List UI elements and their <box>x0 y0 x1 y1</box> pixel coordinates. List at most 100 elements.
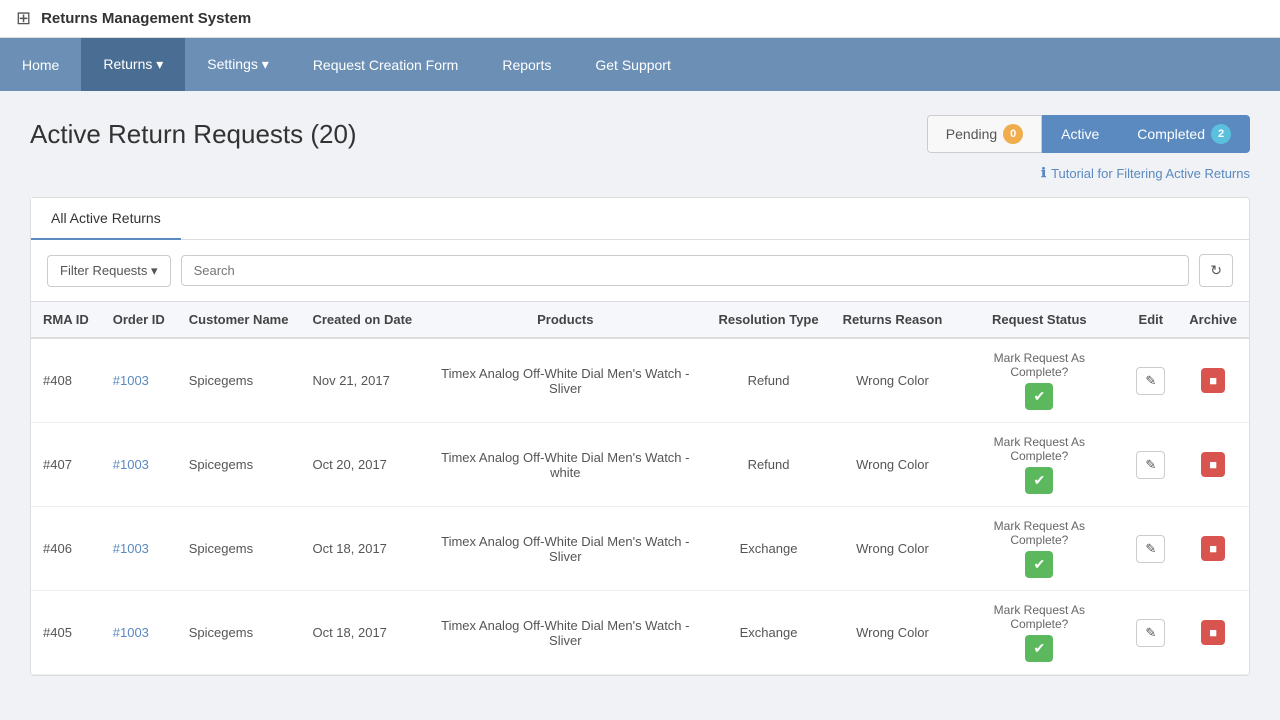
nav-settings[interactable]: Settings ▾ <box>185 38 291 91</box>
cell-rma-id: #408 <box>31 338 101 423</box>
completed-label: Completed <box>1137 126 1205 142</box>
pending-badge: 0 <box>1003 124 1023 144</box>
pending-button[interactable]: Pending 0 <box>927 115 1042 153</box>
cell-created-date: Oct 18, 2017 <box>300 591 424 675</box>
cell-products: Timex Analog Off-White Dial Men's Watch … <box>424 423 706 507</box>
tab-all-active-returns[interactable]: All Active Returns <box>31 198 181 240</box>
cell-resolution-type: Exchange <box>706 591 830 675</box>
mark-complete-text: Mark Request As Complete? <box>966 603 1112 631</box>
col-rma-id: RMA ID <box>31 302 101 339</box>
status-buttons: Pending 0 Active Completed 2 <box>927 115 1250 153</box>
cell-order-id: #1003 <box>101 507 177 591</box>
cell-archive: ■ <box>1177 507 1249 591</box>
cell-order-id: #1003 <box>101 591 177 675</box>
table-row: #405 #1003 Spicegems Oct 18, 2017 Timex … <box>31 591 1249 675</box>
cell-created-date: Oct 18, 2017 <box>300 507 424 591</box>
col-customer-name: Customer Name <box>177 302 301 339</box>
archive-button[interactable]: ■ <box>1201 536 1225 561</box>
completed-button[interactable]: Completed 2 <box>1118 115 1250 153</box>
order-link[interactable]: #1003 <box>113 625 149 640</box>
pending-label: Pending <box>946 126 997 142</box>
brand-title: Returns Management System <box>41 10 251 27</box>
tutorial-link-text[interactable]: Tutorial for Filtering Active Returns <box>1051 166 1250 181</box>
nav-reports[interactable]: Reports <box>480 38 573 91</box>
col-resolution-type: Resolution Type <box>706 302 830 339</box>
tutorial-link-container: ℹ Tutorial for Filtering Active Returns <box>30 165 1250 181</box>
cell-request-status: Mark Request As Complete? ✔ <box>954 507 1124 591</box>
cell-created-date: Nov 21, 2017 <box>300 338 424 423</box>
nav-bar: Home Returns ▾ Settings ▾ Request Creati… <box>0 38 1280 91</box>
mark-complete-button[interactable]: ✔ <box>1025 467 1053 494</box>
table-row: #408 #1003 Spicegems Nov 21, 2017 Timex … <box>31 338 1249 423</box>
mark-complete-text: Mark Request As Complete? <box>966 351 1112 379</box>
cell-archive: ■ <box>1177 423 1249 507</box>
archive-button[interactable]: ■ <box>1201 368 1225 393</box>
cell-returns-reason: Wrong Color <box>831 591 955 675</box>
col-edit: Edit <box>1124 302 1177 339</box>
filter-button[interactable]: Filter Requests ▾ <box>47 255 171 287</box>
returns-table: RMA ID Order ID Customer Name Created on… <box>31 301 1249 675</box>
cell-products: Timex Analog Off-White Dial Men's Watch … <box>424 507 706 591</box>
active-button[interactable]: Active <box>1042 115 1118 153</box>
page-header: Active Return Requests (20) Pending 0 Ac… <box>30 115 1250 153</box>
cell-products: Timex Analog Off-White Dial Men's Watch … <box>424 338 706 423</box>
col-products: Products <box>424 302 706 339</box>
edit-button[interactable]: ✎ <box>1136 367 1165 395</box>
cell-customer-name: Spicegems <box>177 591 301 675</box>
cell-customer-name: Spicegems <box>177 423 301 507</box>
completed-badge: 2 <box>1211 124 1231 144</box>
nav-request-creation-form[interactable]: Request Creation Form <box>291 38 481 91</box>
edit-button[interactable]: ✎ <box>1136 619 1165 647</box>
refresh-button[interactable]: ↻ <box>1199 254 1233 287</box>
order-link[interactable]: #1003 <box>113 541 149 556</box>
cell-edit: ✎ <box>1124 423 1177 507</box>
cell-returns-reason: Wrong Color <box>831 423 955 507</box>
nav-get-support[interactable]: Get Support <box>573 38 693 91</box>
table-row: #407 #1003 Spicegems Oct 20, 2017 Timex … <box>31 423 1249 507</box>
edit-button[interactable]: ✎ <box>1136 535 1165 563</box>
cell-created-date: Oct 20, 2017 <box>300 423 424 507</box>
cell-rma-id: #407 <box>31 423 101 507</box>
cell-edit: ✎ <box>1124 338 1177 423</box>
brand-bar: ⊞ Returns Management System <box>0 0 1280 38</box>
order-link[interactable]: #1003 <box>113 457 149 472</box>
cell-rma-id: #406 <box>31 507 101 591</box>
mark-complete-button[interactable]: ✔ <box>1025 635 1053 662</box>
active-label: Active <box>1061 126 1099 142</box>
cell-returns-reason: Wrong Color <box>831 507 955 591</box>
nav-returns[interactable]: Returns ▾ <box>81 38 185 91</box>
mark-complete-button[interactable]: ✔ <box>1025 383 1053 410</box>
cell-products: Timex Analog Off-White Dial Men's Watch … <box>424 591 706 675</box>
cell-request-status: Mark Request As Complete? ✔ <box>954 591 1124 675</box>
order-link[interactable]: #1003 <box>113 373 149 388</box>
cell-customer-name: Spicegems <box>177 338 301 423</box>
info-icon: ℹ <box>1041 165 1046 181</box>
cell-resolution-type: Refund <box>706 423 830 507</box>
col-created-date: Created on Date <box>300 302 424 339</box>
page-title: Active Return Requests (20) <box>30 119 357 150</box>
table-header-row: RMA ID Order ID Customer Name Created on… <box>31 302 1249 339</box>
table-row: #406 #1003 Spicegems Oct 18, 2017 Timex … <box>31 507 1249 591</box>
cell-resolution-type: Refund <box>706 338 830 423</box>
mark-complete-text: Mark Request As Complete? <box>966 435 1112 463</box>
toolbar: Filter Requests ▾ ↻ <box>31 240 1249 301</box>
nav-home[interactable]: Home <box>0 38 81 91</box>
cell-returns-reason: Wrong Color <box>831 338 955 423</box>
cell-order-id: #1003 <box>101 423 177 507</box>
edit-button[interactable]: ✎ <box>1136 451 1165 479</box>
cell-edit: ✎ <box>1124 507 1177 591</box>
brand-icon: ⊞ <box>16 8 31 29</box>
col-order-id: Order ID <box>101 302 177 339</box>
col-returns-reason: Returns Reason <box>831 302 955 339</box>
archive-button[interactable]: ■ <box>1201 620 1225 645</box>
card-tabs: All Active Returns <box>31 198 1249 240</box>
cell-customer-name: Spicegems <box>177 507 301 591</box>
archive-button[interactable]: ■ <box>1201 452 1225 477</box>
cell-request-status: Mark Request As Complete? ✔ <box>954 423 1124 507</box>
cell-archive: ■ <box>1177 338 1249 423</box>
search-input[interactable] <box>181 255 1190 286</box>
cell-archive: ■ <box>1177 591 1249 675</box>
col-archive: Archive <box>1177 302 1249 339</box>
returns-card: All Active Returns Filter Requests ▾ ↻ R… <box>30 197 1250 676</box>
mark-complete-button[interactable]: ✔ <box>1025 551 1053 578</box>
